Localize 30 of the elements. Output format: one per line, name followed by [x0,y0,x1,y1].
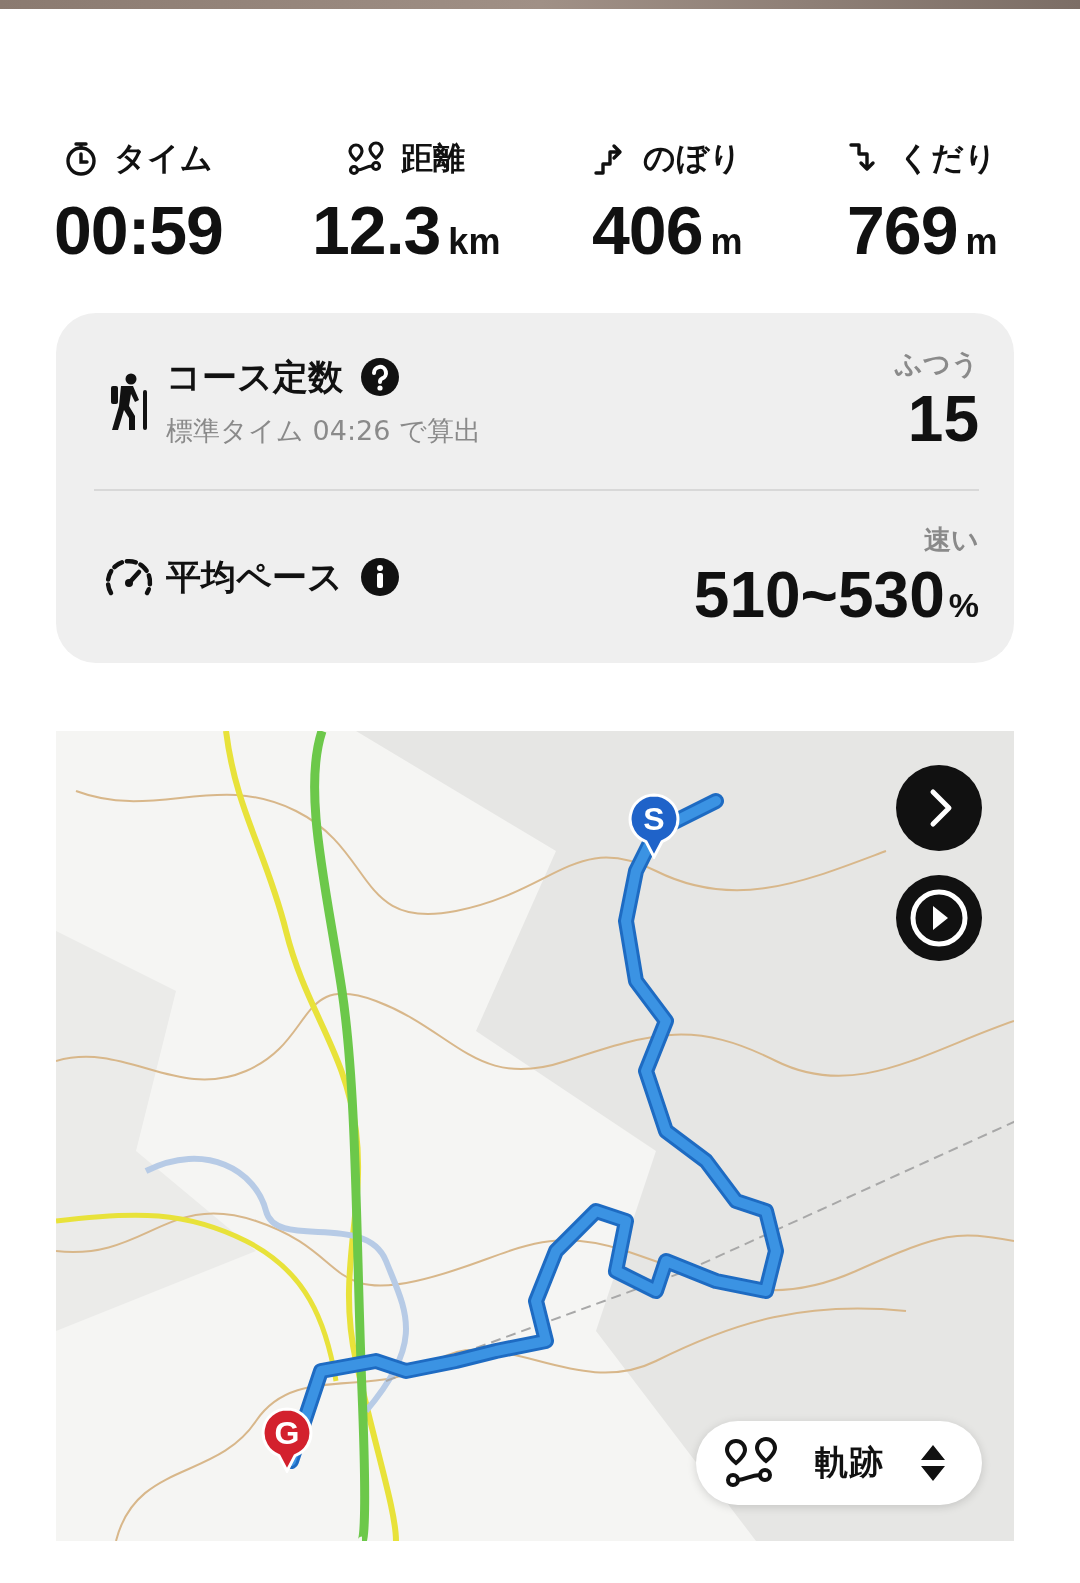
info-icon[interactable] [361,558,399,596]
play-button[interactable] [896,875,982,961]
metric-unit: % [948,586,979,625]
rating-label: ふつう [895,347,979,381]
metric-value: 510~530 [693,558,945,632]
goal-marker: G [261,1407,313,1473]
stat-value: 12.3 [312,191,441,269]
stat-label: タイム [113,138,213,179]
stat-value: 769 [847,191,958,269]
metric-title: コース定数 [166,355,343,399]
stat-label: くだり [897,138,997,179]
stopwatch-icon [63,141,98,177]
stat-value: 00:59 [54,191,223,269]
stat-value: 406 [592,191,703,269]
route-pins-icon [347,141,386,177]
stat-unit: m [965,221,998,263]
route-pins-icon [724,1437,778,1489]
stat-unit: m [710,221,743,263]
rating-label: 速い [924,523,979,557]
metric-note: 標準タイム 04:26 で算出 [166,413,482,448]
next-button[interactable] [896,765,982,851]
metric-value: 15 [907,382,979,456]
stat-label: 距離 [401,138,466,179]
track-selector[interactable]: 軌跡 [696,1421,982,1505]
stat-unit: km [448,221,501,263]
help-icon[interactable] [361,358,399,396]
metric-title: 平均ペース [166,555,343,599]
stat-label: のぼり [642,138,742,179]
start-marker: S [628,793,680,859]
sort-arrows-icon [920,1443,946,1483]
